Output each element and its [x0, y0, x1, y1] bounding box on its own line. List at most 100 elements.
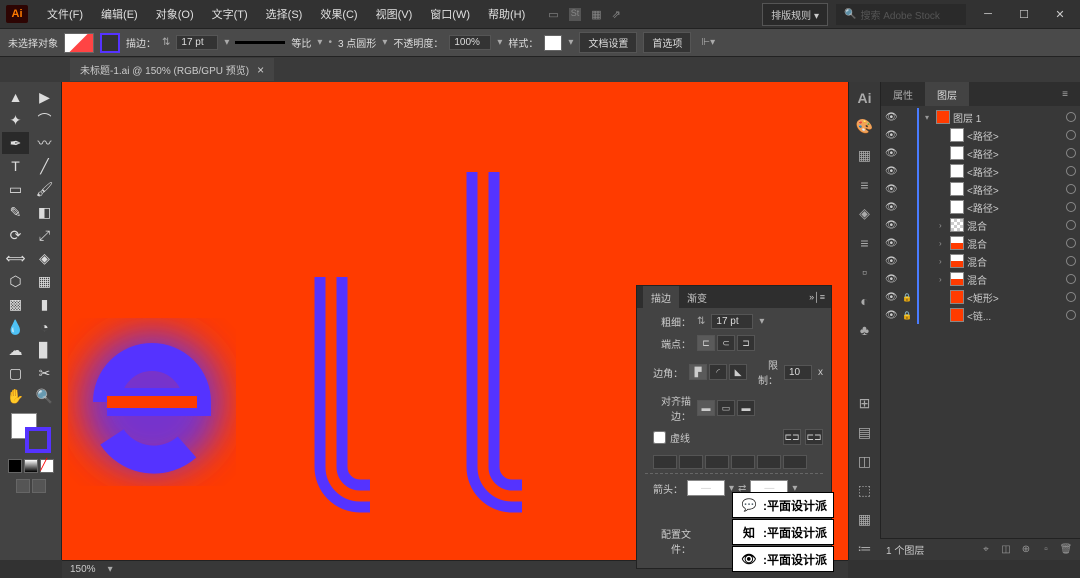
- layer-name[interactable]: <路径>: [967, 182, 1063, 197]
- layer-row[interactable]: 👁 <路径>: [881, 162, 1080, 180]
- brushes-strip-icon[interactable]: ≡: [853, 173, 877, 196]
- layer-name[interactable]: <路径>: [967, 200, 1063, 215]
- free-transform-tool[interactable]: ◈: [31, 247, 58, 269]
- make-clip-icon[interactable]: ◫: [998, 542, 1014, 558]
- slice-tool[interactable]: ✂: [31, 362, 58, 384]
- dash-preserve-icon[interactable]: ⊏⊐: [783, 429, 801, 445]
- dash-2-input[interactable]: [705, 455, 729, 469]
- visibility-toggle[interactable]: 👁: [885, 292, 899, 303]
- layer-name[interactable]: <路径>: [967, 128, 1063, 143]
- visibility-toggle[interactable]: 👁: [885, 184, 899, 195]
- layer-row[interactable]: 👁 › 混合: [881, 252, 1080, 270]
- dash-align-icon[interactable]: ⊏⊐: [805, 429, 823, 445]
- layer-row[interactable]: 👁 🔒 <矩形>: [881, 288, 1080, 306]
- visibility-toggle[interactable]: 👁: [885, 238, 899, 249]
- fill-swatch[interactable]: [64, 33, 94, 53]
- target-icon[interactable]: [1066, 274, 1076, 284]
- visibility-toggle[interactable]: 👁: [885, 130, 899, 141]
- align-center-icon[interactable]: ▬: [697, 400, 715, 416]
- zoom-tool[interactable]: 🔍: [31, 385, 58, 407]
- style-swatch[interactable]: [544, 35, 562, 51]
- artboards-strip-icon[interactable]: ▦: [853, 508, 877, 531]
- layer-row[interactable]: 👁 ▾ 图层 1: [881, 108, 1080, 126]
- gradient-strip-icon[interactable]: ▫: [853, 260, 877, 283]
- target-icon[interactable]: [1066, 148, 1076, 158]
- transparency-strip-icon[interactable]: ◐: [853, 289, 877, 312]
- layer-row[interactable]: 👁 <路径>: [881, 144, 1080, 162]
- css-strip-icon[interactable]: ≔: [853, 537, 877, 560]
- eyedropper-tool[interactable]: 💧: [2, 316, 29, 338]
- properties-strip-icon[interactable]: Ai: [853, 86, 877, 109]
- prefs-button[interactable]: 首选项: [643, 32, 691, 53]
- tab-close-icon[interactable]: ×: [257, 63, 264, 77]
- menu-help[interactable]: 帮助(H): [479, 6, 534, 22]
- visibility-toggle[interactable]: 👁: [885, 274, 899, 285]
- visibility-toggle[interactable]: 👁: [885, 256, 899, 267]
- lasso-tool[interactable]: ⌒: [31, 109, 58, 131]
- curvature-tool[interactable]: 〰: [31, 132, 58, 154]
- appearance-strip-icon[interactable]: ♣: [853, 318, 877, 341]
- mesh-tool[interactable]: ▩: [2, 293, 29, 315]
- arrow-start-dropdown[interactable]: —: [687, 480, 725, 496]
- menu-edit[interactable]: 编辑(E): [92, 6, 147, 22]
- layer-row[interactable]: 👁 › 混合: [881, 270, 1080, 288]
- weight-dropdown-icon[interactable]: ▾: [759, 316, 764, 327]
- brush-preview[interactable]: [235, 41, 285, 44]
- color-mode-solid[interactable]: [8, 459, 22, 473]
- target-icon[interactable]: [1066, 184, 1076, 194]
- visibility-toggle[interactable]: 👁: [885, 202, 899, 213]
- align-inside-icon[interactable]: ▭: [717, 400, 735, 416]
- visibility-toggle[interactable]: 👁: [885, 166, 899, 177]
- magic-wand-tool[interactable]: ✦: [2, 109, 29, 131]
- cap-butt-icon[interactable]: ⊏: [697, 335, 715, 351]
- gap-2-input[interactable]: [731, 455, 755, 469]
- menu-object[interactable]: 对象(O): [147, 6, 203, 22]
- gap-3-input[interactable]: [783, 455, 807, 469]
- minimize-button[interactable]: ─: [974, 4, 1002, 24]
- zoom-level[interactable]: 150%: [70, 564, 96, 575]
- screen-mode-normal[interactable]: [16, 479, 30, 493]
- gpu-icon[interactable]: ⇗: [612, 8, 621, 21]
- lock-toggle[interactable]: 🔒: [902, 311, 914, 320]
- layer-name[interactable]: 混合: [967, 218, 1063, 233]
- menu-effect[interactable]: 效果(C): [311, 6, 366, 22]
- layer-name[interactable]: <矩形>: [967, 290, 1063, 305]
- color-mode-none[interactable]: ╱: [40, 459, 54, 473]
- dash-3-input[interactable]: [757, 455, 781, 469]
- layer-row[interactable]: 👁 <路径>: [881, 198, 1080, 216]
- color-mode-gradient[interactable]: [24, 459, 38, 473]
- symbol-tool[interactable]: ☁: [2, 339, 29, 361]
- maximize-button[interactable]: ☐: [1010, 4, 1038, 24]
- locate-layer-icon[interactable]: ⌖: [978, 542, 994, 558]
- weight-stepper[interactable]: ⇅: [697, 316, 705, 327]
- document-tab[interactable]: 未标题-1.ai @ 150% (RGB/GPU 预览) ×: [70, 58, 274, 81]
- target-icon[interactable]: [1066, 130, 1076, 140]
- opacity-input[interactable]: [449, 35, 491, 50]
- screen-mode-full[interactable]: [32, 479, 46, 493]
- panel-tab-layers[interactable]: 图层: [925, 82, 969, 106]
- target-icon[interactable]: [1066, 310, 1076, 320]
- expand-arrow[interactable]: ›: [939, 275, 947, 284]
- stroke-panel-tab-gradient[interactable]: 渐变: [679, 286, 715, 308]
- target-icon[interactable]: [1066, 256, 1076, 266]
- menu-window[interactable]: 窗口(W): [421, 6, 479, 22]
- transform-strip-icon[interactable]: ⊞: [853, 392, 877, 415]
- stroke-weight-input[interactable]: [176, 35, 218, 50]
- menu-file[interactable]: 文件(F): [38, 6, 92, 22]
- target-icon[interactable]: [1066, 202, 1076, 212]
- expand-arrow[interactable]: ›: [939, 239, 947, 248]
- stroke-strip-icon[interactable]: ≡: [853, 231, 877, 254]
- rect-tool[interactable]: ▭: [2, 178, 29, 200]
- close-button[interactable]: ✕: [1046, 4, 1074, 24]
- bridge-icon[interactable]: ▭: [548, 8, 558, 21]
- type-tool[interactable]: T: [2, 155, 29, 177]
- dash-1-input[interactable]: [653, 455, 677, 469]
- visibility-toggle[interactable]: 👁: [885, 310, 899, 321]
- visibility-toggle[interactable]: 👁: [885, 112, 899, 123]
- menu-select[interactable]: 选择(S): [257, 6, 312, 22]
- visibility-toggle[interactable]: 👁: [885, 220, 899, 231]
- layer-row[interactable]: 👁 🔒 <链...: [881, 306, 1080, 324]
- perspective-tool[interactable]: ▦: [31, 270, 58, 292]
- stock-icon[interactable]: St: [569, 8, 582, 21]
- target-icon[interactable]: [1066, 166, 1076, 176]
